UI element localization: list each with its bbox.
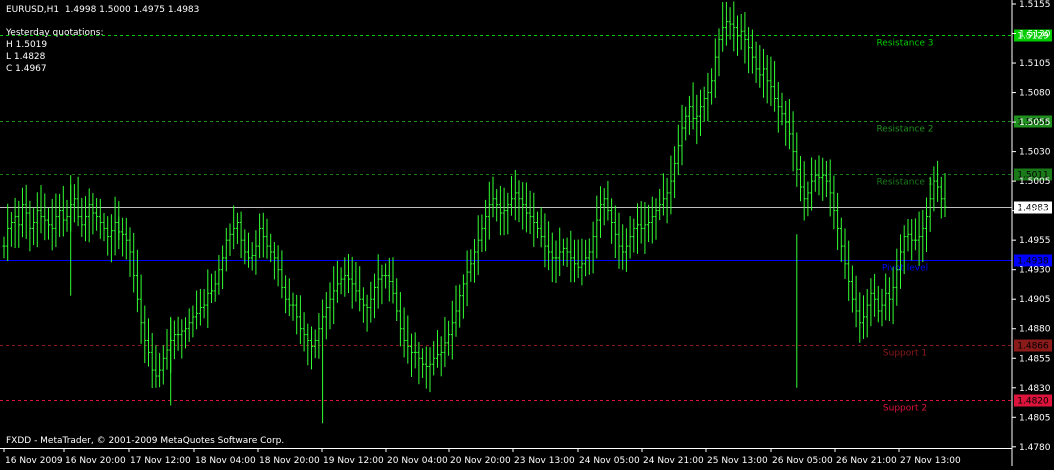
yesterday-title: Yesterday quotations: [6,28,104,38]
y-tick-label: 1.5105 [1019,59,1051,69]
level-label: Resistance 1 [876,178,933,188]
level-price-tag-text: 1.4820 [1017,397,1049,407]
yesterday-low: L 1.4828 [6,52,46,62]
x-tick-label: 20 Nov 20:00 [450,456,511,466]
x-tick-label: 26 Nov 05:00 [772,456,833,466]
x-tick-label: 17 Nov 12:00 [130,456,191,466]
level-label: Support 2 [883,404,927,414]
y-tick-label: 1.4780 [1019,443,1051,453]
y-tick-label: 1.4955 [1019,236,1051,246]
level-label: Resistance 2 [876,125,933,135]
chart-svg[interactable]: Resistance 31.5129Resistance 21.5056Resi… [0,0,1054,466]
x-tick-label: 26 Nov 21:00 [836,456,897,466]
x-tick-label: 23 Nov 13:00 [514,456,575,466]
x-tick-label: 18 Nov 04:00 [195,456,256,466]
x-tick-label: 16 Nov 20:00 [65,456,126,466]
y-tick-label: 1.4830 [1019,384,1051,394]
y-tick-label: 1.4855 [1019,354,1051,364]
yesterday-close: C 1.4967 [6,64,47,74]
y-tick-label: 1.5080 [1019,89,1051,99]
symbol-info: EURUSD,H1 1.4998 1.5000 1.4975 1.4983 [6,5,200,15]
y-tick-label: 1.4805 [1019,413,1051,423]
y-tick-label: 1.5055 [1019,118,1051,128]
y-tick-label: 1.5005 [1019,177,1051,187]
copyright-footer: FXDD - MetaTrader, © 2001-2009 MetaQuote… [6,436,285,446]
y-tick-label: 1.4880 [1019,325,1051,335]
x-tick-label: 19 Nov 12:00 [323,456,384,466]
x-tick-label: 24 Nov 05:00 [579,456,640,466]
x-tick-label: 16 Nov 2009 [5,456,63,466]
x-tick-label: 27 Nov 13:00 [900,456,961,466]
chart-background [0,0,1054,466]
yesterday-high: H 1.5019 [6,40,48,50]
level-label: Support 1 [883,349,927,359]
x-tick-label: 18 Nov 20:00 [259,456,320,466]
price-chart[interactable]: Resistance 3 1.5129 Resistance 2 1.5056 Resi… [0,0,1054,466]
y-tick-label: 1.4930 [1019,266,1051,276]
y-tick-label: 1.5155 [1019,0,1051,10]
y-tick-label: 1.5130 [1019,30,1051,40]
level-price-tag-text: 1.4866 [1017,342,1049,352]
x-tick-label: 24 Nov 21:00 [643,456,704,466]
y-tick-label: 1.4980 [1019,207,1051,217]
level-label: Pivot level [882,264,928,274]
x-tick-label: 25 Nov 13:00 [707,456,768,466]
y-tick-label: 1.4905 [1019,295,1051,305]
x-tick-label: 20 Nov 04:00 [387,456,448,466]
level-label: Resistance 3 [876,39,933,49]
y-tick-label: 1.5030 [1019,148,1051,158]
